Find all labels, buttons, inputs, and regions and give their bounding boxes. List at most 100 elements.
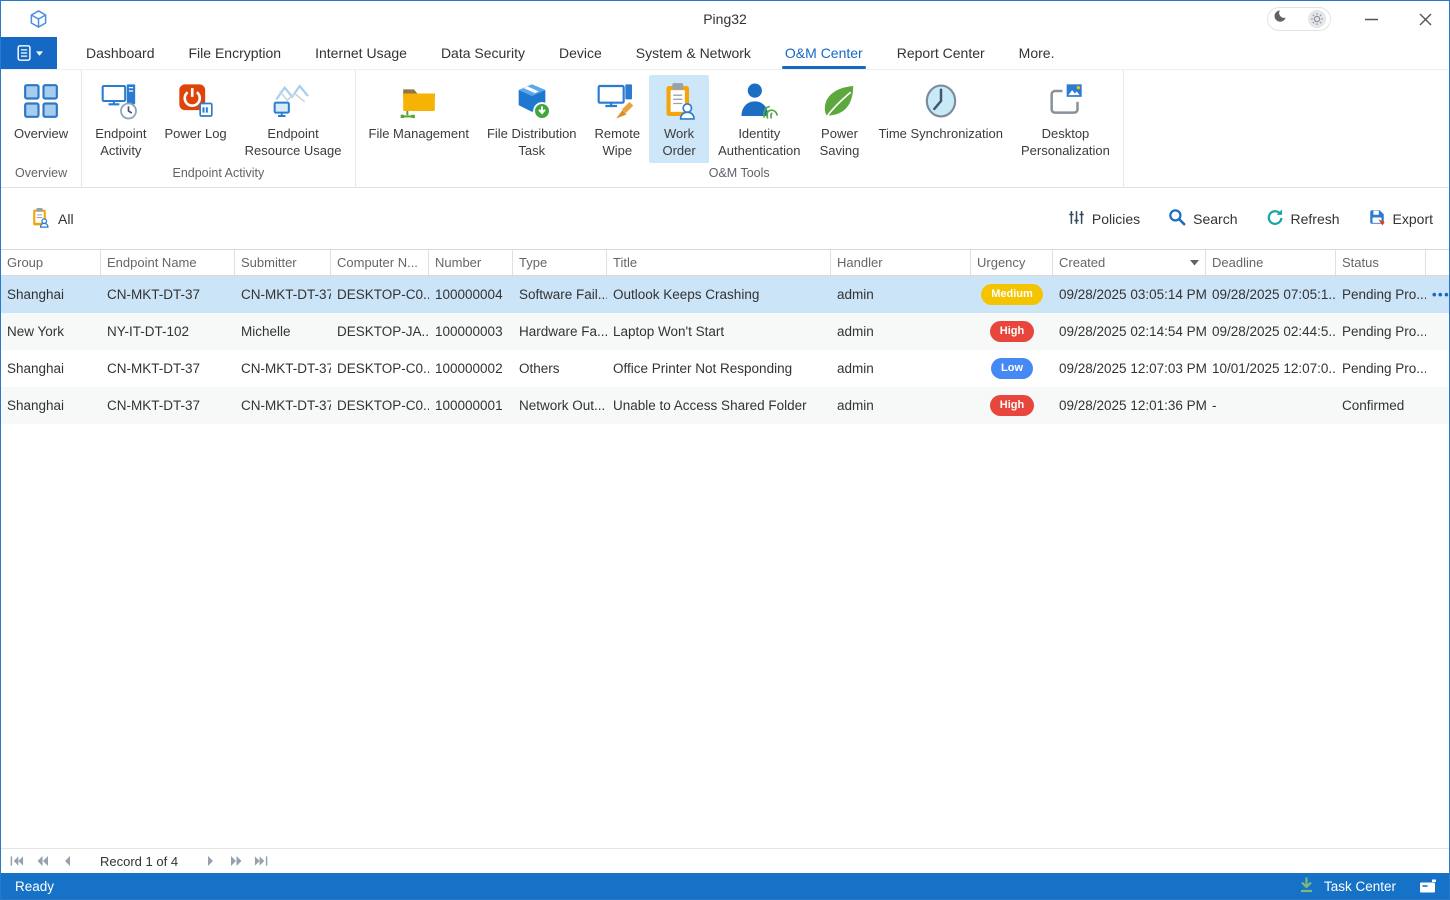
- column-header-title[interactable]: Title: [607, 250, 831, 275]
- download-arrow-icon: [1298, 876, 1315, 896]
- task-center-label: Task Center: [1324, 879, 1396, 894]
- column-header-status[interactable]: Status: [1336, 250, 1426, 275]
- close-button[interactable]: [1411, 7, 1439, 31]
- column-header-number[interactable]: Number: [429, 250, 513, 275]
- tab-strip: Dashboard File Encryption Internet Usage…: [57, 37, 1071, 69]
- statusbar: Ready Task Center: [1, 873, 1449, 899]
- tab-internet-usage[interactable]: Internet Usage: [298, 37, 424, 69]
- ribbon-group-endpoint-activity: EndpointActivity Power Log EndpointResou…: [82, 70, 355, 187]
- row-actions-button[interactable]: •••: [1432, 287, 1449, 302]
- ribbon-item-power-saving[interactable]: PowerSaving: [809, 75, 869, 163]
- fast-next-button[interactable]: [228, 853, 244, 869]
- tab-data-security[interactable]: Data Security: [424, 37, 542, 69]
- search-button[interactable]: Search: [1168, 208, 1237, 229]
- ribbon: Overview Overview EndpointActivity Pow: [1, 70, 1449, 188]
- tab-report-center[interactable]: Report Center: [880, 37, 1002, 69]
- time-synchronization-icon: [921, 78, 961, 124]
- tab-more[interactable]: More.: [1002, 37, 1072, 69]
- search-icon: [1168, 208, 1186, 229]
- column-header-endpoint-name[interactable]: Endpoint Name: [101, 250, 235, 275]
- filter-all-dropdown[interactable]: All: [29, 207, 74, 231]
- theme-toggle[interactable]: [1267, 7, 1331, 31]
- ribbon-item-identity-authentication[interactable]: IdentityAuthentication: [709, 75, 809, 163]
- ribbon-group-label-om-tools: O&M Tools: [356, 163, 1123, 187]
- policies-button[interactable]: Policies: [1068, 209, 1140, 229]
- ribbon-item-endpoint-resource-usage[interactable]: EndpointResource Usage: [236, 75, 351, 163]
- column-header-type[interactable]: Type: [513, 250, 607, 275]
- task-center-button[interactable]: Task Center: [1298, 876, 1437, 896]
- table-header: Group Endpoint Name Submitter Computer N…: [1, 249, 1449, 276]
- desktop-personalization-icon: [1045, 78, 1085, 124]
- ribbon-item-power-log[interactable]: Power Log: [156, 75, 236, 146]
- ribbon-item-work-order[interactable]: WorkOrder: [649, 75, 709, 163]
- export-icon: [1368, 208, 1386, 229]
- sun-icon: [1308, 10, 1326, 28]
- filter-all-label: All: [58, 211, 74, 227]
- column-header-created[interactable]: Created: [1053, 250, 1206, 275]
- column-header-urgency[interactable]: Urgency: [971, 250, 1053, 275]
- endpoint-resource-usage-icon: [273, 78, 313, 124]
- chevron-down-icon: [36, 51, 43, 56]
- ribbon-item-file-distribution-task[interactable]: File DistributionTask: [478, 75, 586, 163]
- column-header-group[interactable]: Group: [1, 250, 101, 275]
- tab-dashboard[interactable]: Dashboard: [69, 37, 172, 69]
- table-row[interactable]: New York NY-IT-DT-102 Michelle DESKTOP-J…: [1, 313, 1449, 350]
- file-distribution-task-icon: [512, 78, 552, 124]
- tab-file-encryption[interactable]: File Encryption: [172, 37, 299, 69]
- ribbon-item-overview[interactable]: Overview: [5, 75, 77, 146]
- minimize-button[interactable]: [1357, 7, 1385, 31]
- toolbar-actions: Policies Search Refresh Export: [1068, 208, 1433, 229]
- last-page-button[interactable]: [253, 853, 269, 869]
- ribbon-spacer: [1124, 70, 1449, 187]
- table-row[interactable]: Shanghai CN-MKT-DT-37 CN-MKT-DT-37 DESKT…: [1, 350, 1449, 387]
- table-row[interactable]: Shanghai CN-MKT-DT-37 CN-MKT-DT-37 DESKT…: [1, 387, 1449, 424]
- policies-icon: [1068, 209, 1085, 229]
- first-page-button[interactable]: [9, 853, 25, 869]
- work-order-filter-icon: [29, 207, 50, 231]
- app-window: Ping32 Dashboard File: [0, 0, 1450, 900]
- window-title: Ping32: [1, 11, 1449, 27]
- ribbon-group-label-overview: Overview: [1, 163, 81, 187]
- main-menu-bar: Dashboard File Encryption Internet Usage…: [1, 37, 1449, 70]
- refresh-icon: [1266, 208, 1284, 229]
- sort-desc-icon: [1184, 260, 1199, 266]
- urgency-badge: Low: [991, 358, 1033, 379]
- column-header-submitter[interactable]: Submitter: [235, 250, 331, 275]
- pagination-bar: Record 1 of 4: [1, 848, 1449, 873]
- urgency-badge: Medium: [981, 284, 1043, 305]
- ribbon-group-overview: Overview Overview: [1, 70, 82, 187]
- task-console-icon[interactable]: [1419, 878, 1437, 894]
- export-button[interactable]: Export: [1368, 208, 1433, 229]
- titlebar: Ping32: [1, 1, 1449, 37]
- ribbon-item-endpoint-activity[interactable]: EndpointActivity: [86, 75, 155, 163]
- tab-om-center[interactable]: O&M Center: [768, 37, 880, 69]
- endpoint-activity-icon: [101, 78, 141, 124]
- table-row[interactable]: Shanghai CN-MKT-DT-37 CN-MKT-DT-37 DESKT…: [1, 276, 1449, 313]
- next-page-button[interactable]: [203, 853, 219, 869]
- remote-wipe-icon: [597, 78, 637, 124]
- column-header-deadline[interactable]: Deadline: [1206, 250, 1336, 275]
- refresh-button[interactable]: Refresh: [1266, 208, 1340, 229]
- column-header-handler[interactable]: Handler: [831, 250, 971, 275]
- urgency-badge: High: [990, 321, 1034, 342]
- table-empty-area: [1, 424, 1449, 848]
- urgency-badge: High: [990, 395, 1034, 416]
- main-menu-button[interactable]: [1, 37, 57, 69]
- previous-page-button[interactable]: [59, 853, 75, 869]
- fast-previous-button[interactable]: [34, 853, 50, 869]
- tab-system-network[interactable]: System & Network: [619, 37, 768, 69]
- identity-authentication-icon: [739, 78, 779, 124]
- column-header-computer-name[interactable]: Computer N...: [331, 250, 429, 275]
- file-management-icon: [399, 78, 439, 124]
- work-order-icon: [659, 78, 699, 124]
- work-order-table: Group Endpoint Name Submitter Computer N…: [1, 249, 1449, 848]
- record-counter: Record 1 of 4: [100, 854, 178, 869]
- ribbon-item-desktop-personalization[interactable]: DesktopPersonalization: [1012, 75, 1119, 163]
- ribbon-group-label-endpoint-activity: Endpoint Activity: [82, 163, 354, 187]
- ribbon-item-time-synchronization[interactable]: Time Synchronization: [869, 75, 1012, 146]
- tab-device[interactable]: Device: [542, 37, 619, 69]
- moon-icon: [1272, 9, 1287, 29]
- ribbon-item-remote-wipe[interactable]: RemoteWipe: [586, 75, 650, 163]
- ribbon-item-file-management[interactable]: File Management: [360, 75, 478, 146]
- overview-grid-icon: [21, 78, 61, 124]
